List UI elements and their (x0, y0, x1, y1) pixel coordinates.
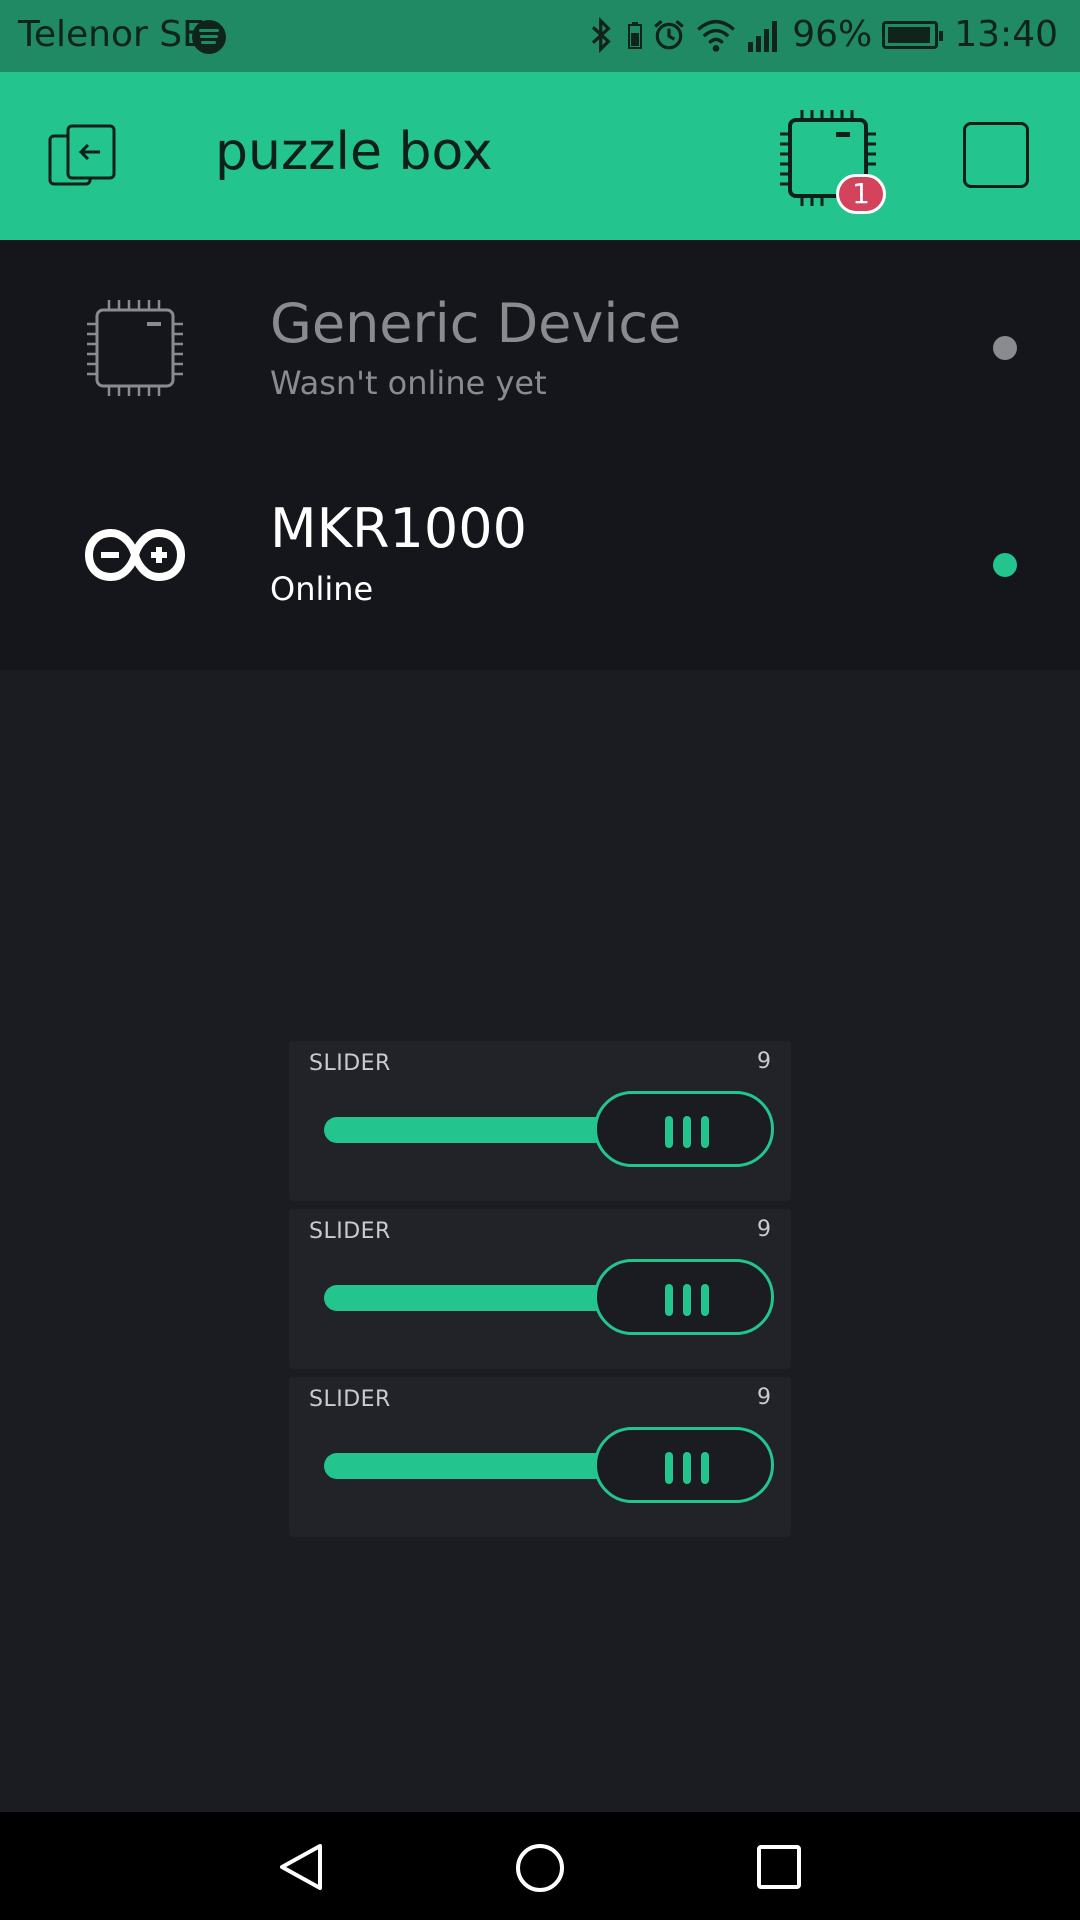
nav-back-icon[interactable] (276, 1842, 326, 1892)
device-item-mkr1000[interactable]: MKR1000 Online (0, 455, 1080, 670)
slider-value: 9 (757, 1217, 771, 1242)
notification-badge: 1 (836, 174, 886, 214)
battery-icon (882, 20, 944, 49)
wifi-icon (697, 19, 736, 52)
slider-thumb[interactable] (594, 1427, 774, 1503)
slider-label: SLIDER (309, 1387, 391, 1412)
spotify-icon (192, 20, 226, 54)
clock: 13:40 (954, 14, 1058, 55)
back-to-projects-icon[interactable] (48, 122, 120, 194)
device-list: Generic Device Wasn't online yet MKR1000… (0, 240, 1080, 670)
device-item-generic[interactable]: Generic Device Wasn't online yet (0, 240, 1080, 455)
slider-widget: SLIDER 9 (289, 1041, 791, 1201)
device-name: MKR1000 (270, 497, 527, 560)
slider-fill (324, 1117, 624, 1143)
slider-label: SLIDER (309, 1051, 391, 1076)
chip-icon (87, 300, 183, 396)
battery-saver-icon (628, 21, 643, 49)
signal-icon (748, 20, 778, 52)
slider-value: 9 (757, 1049, 771, 1074)
device-status: Online (270, 570, 374, 608)
app-bar: puzzle box 1 (0, 72, 1080, 240)
play-stop-square-icon[interactable] (963, 122, 1029, 188)
slider-label: SLIDER (309, 1219, 391, 1244)
nav-home-icon[interactable] (514, 1842, 566, 1894)
slider-fill (324, 1453, 624, 1479)
battery-percent: 96% (792, 14, 873, 55)
offline-status-dot (993, 336, 1017, 360)
project-title: puzzle box (215, 122, 493, 182)
carrier-name: Telenor SE (18, 14, 205, 55)
device-name: Generic Device (270, 292, 682, 355)
online-status-dot (993, 553, 1017, 577)
arduino-icon (85, 528, 185, 582)
device-status: Wasn't online yet (270, 364, 547, 402)
nav-recents-icon[interactable] (756, 1844, 802, 1890)
system-nav-bar (0, 1812, 1080, 1920)
slider-fill (324, 1285, 624, 1311)
battery-level (888, 26, 931, 43)
slider-thumb[interactable] (594, 1259, 774, 1335)
slider-value: 9 (757, 1385, 771, 1410)
status-bar: Telenor SE 96% 13:40 (0, 0, 1080, 72)
bluetooth-icon (592, 16, 611, 53)
alarm-icon (654, 19, 685, 49)
slider-widget: SLIDER 9 (289, 1209, 791, 1369)
slider-widget: SLIDER 9 (289, 1377, 791, 1537)
slider-thumb[interactable] (594, 1091, 774, 1167)
